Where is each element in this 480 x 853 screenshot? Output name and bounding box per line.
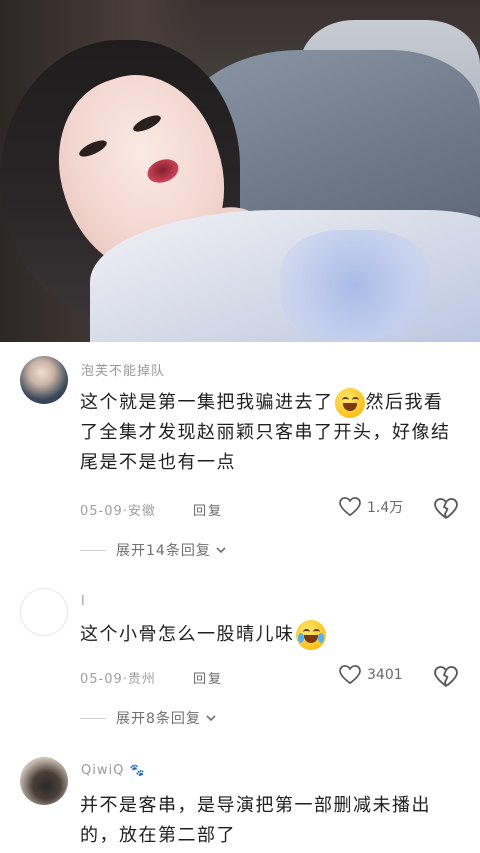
comment-date: 05-09 — [80, 504, 123, 519]
like-count: 1.4万 — [367, 500, 404, 516]
comment-username[interactable]: QiwiQ 🐾 — [81, 763, 145, 778]
comment-text-line: 这个小骨怎么一股晴儿味 — [80, 624, 295, 645]
avatar[interactable] — [20, 757, 68, 805]
video-frame[interactable] — [0, 0, 480, 342]
comment-username[interactable]: 泡芙不能掉队 — [81, 360, 165, 379]
expand-replies-button[interactable]: 展开8条回复 — [80, 708, 217, 728]
broken-heart-icon[interactable] — [434, 498, 458, 520]
reply-button[interactable]: 回复 — [193, 500, 223, 519]
comment-text-line: 这个就是第一集把我骗进去了 — [80, 392, 334, 413]
comment-text-line: 并不是客串，是导演把第一部删减未播出 — [80, 795, 431, 816]
comment-text: 这个小骨怎么一股晴儿味 — [80, 620, 470, 650]
heart-icon — [339, 497, 361, 517]
like-count: 3401 — [367, 667, 403, 683]
comment-text-line: 尾是不是也有一点 — [80, 452, 236, 473]
expand-replies-button[interactable]: 展开14条回复 — [80, 540, 227, 560]
chevron-down-icon — [206, 715, 216, 722]
comment-username[interactable]: l — [81, 594, 86, 609]
comment-location: 贵州 — [127, 672, 156, 687]
like-button[interactable]: 3401 — [339, 665, 403, 685]
grinning-sweat-emoji-icon — [334, 388, 365, 418]
divider-line — [80, 549, 106, 551]
comment-text: 这个就是第一集把我骗进去了 然后我看 了全集才发现赵丽颖只客串了开头，好像结 尾是… — [80, 388, 470, 478]
divider-line — [80, 717, 106, 719]
comment-text-line: 了全集才发现赵丽颖只客串了开头，好像结 — [80, 422, 451, 443]
avatar[interactable] — [20, 588, 68, 636]
comment-text: 并不是客串，是导演把第一部删减未播出 的，放在第二部了 — [80, 791, 470, 851]
crying-laughing-emoji-icon — [295, 620, 326, 650]
comment-text-line: 的，放在第二部了 — [80, 825, 236, 846]
expand-replies-label: 展开8条回复 — [116, 711, 201, 727]
comment-text-line: 然后我看 — [365, 392, 444, 413]
comment-date: 05-09 — [80, 672, 123, 687]
avatar[interactable] — [20, 356, 68, 404]
reply-button[interactable]: 回复 — [193, 668, 223, 687]
comment-location: 安徽 — [127, 504, 156, 519]
chevron-down-icon — [216, 547, 226, 554]
comment-meta: 05-09·贵州 — [80, 672, 156, 687]
like-button[interactable]: 1.4万 — [339, 497, 403, 517]
heart-icon — [339, 665, 361, 685]
blanket-pattern — [280, 230, 430, 340]
comment-meta: 05-09·安徽 — [80, 504, 156, 519]
expand-replies-label: 展开14条回复 — [116, 543, 211, 559]
paw-icon: 🐾 — [129, 763, 146, 777]
comment-username-text: QiwiQ — [81, 763, 125, 778]
broken-heart-icon[interactable] — [434, 666, 458, 688]
